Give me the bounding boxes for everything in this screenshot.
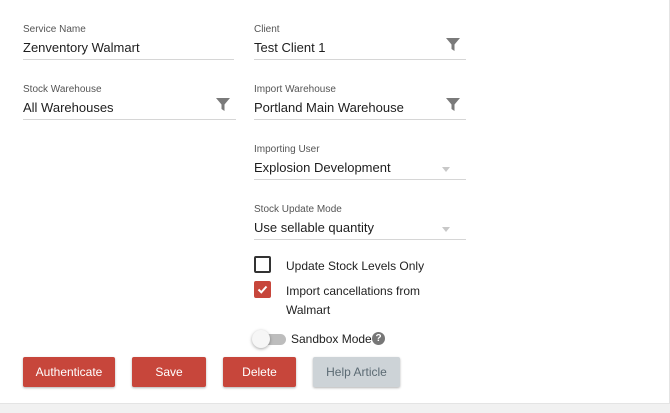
import-cancellations-checkbox[interactable] — [254, 281, 271, 298]
stock-warehouse-label: Stock Warehouse — [23, 84, 102, 95]
stock-warehouse-field[interactable]: Stock Warehouse All Warehouses — [23, 84, 236, 122]
client-underline — [254, 59, 466, 60]
import-cancellations-label-line1: Import cancellations from — [286, 284, 421, 298]
authenticate-button[interactable]: Authenticate — [23, 357, 115, 387]
client-input[interactable]: Test Client 1 — [254, 40, 326, 55]
filter-icon[interactable] — [216, 98, 230, 112]
import-cancellations-label: Import cancellations from Walmart — [286, 282, 420, 320]
checkmark-icon — [257, 285, 268, 294]
import-warehouse-underline — [254, 119, 466, 120]
import-warehouse-label: Import Warehouse — [254, 84, 336, 95]
importing-user-select[interactable]: Importing User Explosion Development — [254, 144, 466, 182]
importing-user-label: Importing User — [254, 144, 320, 155]
sandbox-mode-label: Sandbox Mode — [291, 332, 372, 346]
toggle-thumb[interactable] — [252, 330, 270, 348]
service-name-input[interactable]: Zenventory Walmart — [23, 40, 140, 55]
filter-icon[interactable] — [446, 98, 460, 112]
settings-card: Service Name Zenventory Walmart Client T… — [0, 0, 670, 404]
importing-user-underline — [254, 179, 466, 180]
update-stock-only-label: Update Stock Levels Only — [286, 259, 425, 273]
client-field[interactable]: Client Test Client 1 — [254, 24, 466, 62]
stock-update-mode-underline — [254, 239, 466, 240]
chevron-down-icon[interactable] — [442, 167, 450, 172]
service-name-label: Service Name — [23, 24, 86, 35]
filter-icon[interactable] — [446, 38, 460, 52]
delete-button[interactable]: Delete — [223, 357, 296, 387]
import-warehouse-input[interactable]: Portland Main Warehouse — [254, 100, 404, 115]
import-cancellations-option[interactable]: Import cancellations from Walmart — [254, 281, 454, 321]
stock-update-mode-select[interactable]: Stock Update Mode Use sellable quantity — [254, 204, 466, 242]
client-label: Client — [254, 24, 280, 35]
help-article-button[interactable]: Help Article — [313, 357, 400, 387]
importing-user-value[interactable]: Explosion Development — [254, 160, 391, 175]
stock-warehouse-input[interactable]: All Warehouses — [23, 100, 114, 115]
stock-warehouse-underline — [23, 119, 236, 120]
save-button[interactable]: Save — [132, 357, 206, 387]
stock-update-mode-value[interactable]: Use sellable quantity — [254, 220, 374, 235]
update-stock-only-checkbox[interactable] — [254, 256, 271, 273]
service-name-field[interactable]: Service Name Zenventory Walmart — [23, 24, 234, 62]
update-stock-only-option[interactable]: Update Stock Levels Only — [254, 256, 454, 276]
sandbox-mode-toggle[interactable] — [252, 330, 286, 348]
stock-update-mode-label: Stock Update Mode — [254, 204, 342, 215]
help-icon[interactable]: ? — [372, 332, 385, 345]
chevron-down-icon[interactable] — [442, 227, 450, 232]
import-cancellations-label-line2: Walmart — [286, 303, 331, 317]
import-warehouse-field[interactable]: Import Warehouse Portland Main Warehouse — [254, 84, 466, 122]
service-name-underline — [23, 59, 234, 60]
